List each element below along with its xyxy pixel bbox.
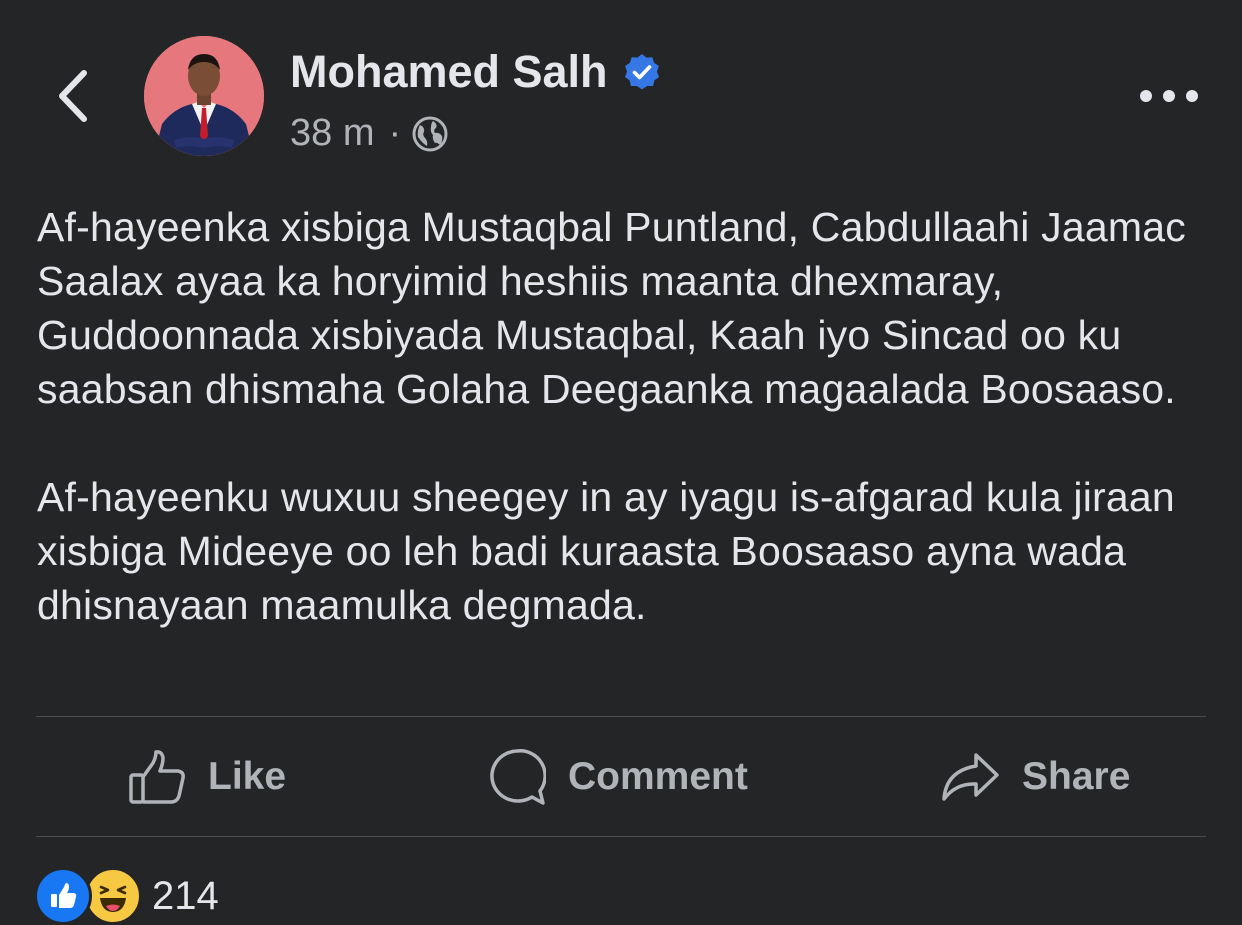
- like-reaction-icon: [34, 867, 92, 925]
- avatar[interactable]: [144, 36, 264, 156]
- like-button[interactable]: Like: [128, 717, 286, 836]
- post-header: Mohamed Salh 38 m ·: [0, 0, 1242, 180]
- more-options-button[interactable]: [1140, 80, 1198, 112]
- post-paragraph: Af-hayeenku wuxuu sheegey in ay iyagu is…: [37, 474, 1175, 628]
- more-dot-icon: [1140, 90, 1152, 102]
- reaction-count: 214: [152, 873, 219, 918]
- haha-reaction-icon: [84, 867, 142, 925]
- back-button[interactable]: [44, 62, 100, 130]
- divider: [36, 836, 1206, 837]
- globe-icon[interactable]: [411, 115, 449, 153]
- share-arrow-icon: [942, 752, 999, 801]
- post-actions: Like Comment Share: [36, 717, 1206, 836]
- meta-separator: ·: [388, 112, 402, 154]
- comment-bubble-icon: [490, 748, 546, 805]
- post-paragraph: Af-hayeenka xisbiga Mustaqbal Puntland, …: [37, 204, 1186, 412]
- reactions-summary[interactable]: 214: [34, 867, 219, 925]
- more-dot-icon: [1163, 90, 1175, 102]
- author-name[interactable]: Mohamed Salh: [290, 46, 608, 98]
- author-name-row: Mohamed Salh: [290, 46, 662, 98]
- comment-label: Comment: [568, 754, 748, 798]
- avatar-image: [144, 36, 264, 156]
- post-body: Af-hayeenka xisbiga Mustaqbal Puntland, …: [37, 200, 1212, 632]
- post-time[interactable]: 38 m: [290, 112, 374, 155]
- thumbs-up-icon: [129, 749, 185, 804]
- share-label: Share: [1022, 754, 1131, 798]
- like-label: Like: [208, 754, 287, 798]
- more-dot-icon: [1186, 90, 1198, 102]
- comment-button[interactable]: Comment: [488, 717, 748, 836]
- chevron-left-icon: [59, 70, 87, 122]
- share-button[interactable]: Share: [940, 717, 1130, 836]
- verified-badge-icon: [624, 54, 659, 90]
- post-meta: 38 m ·: [290, 112, 449, 155]
